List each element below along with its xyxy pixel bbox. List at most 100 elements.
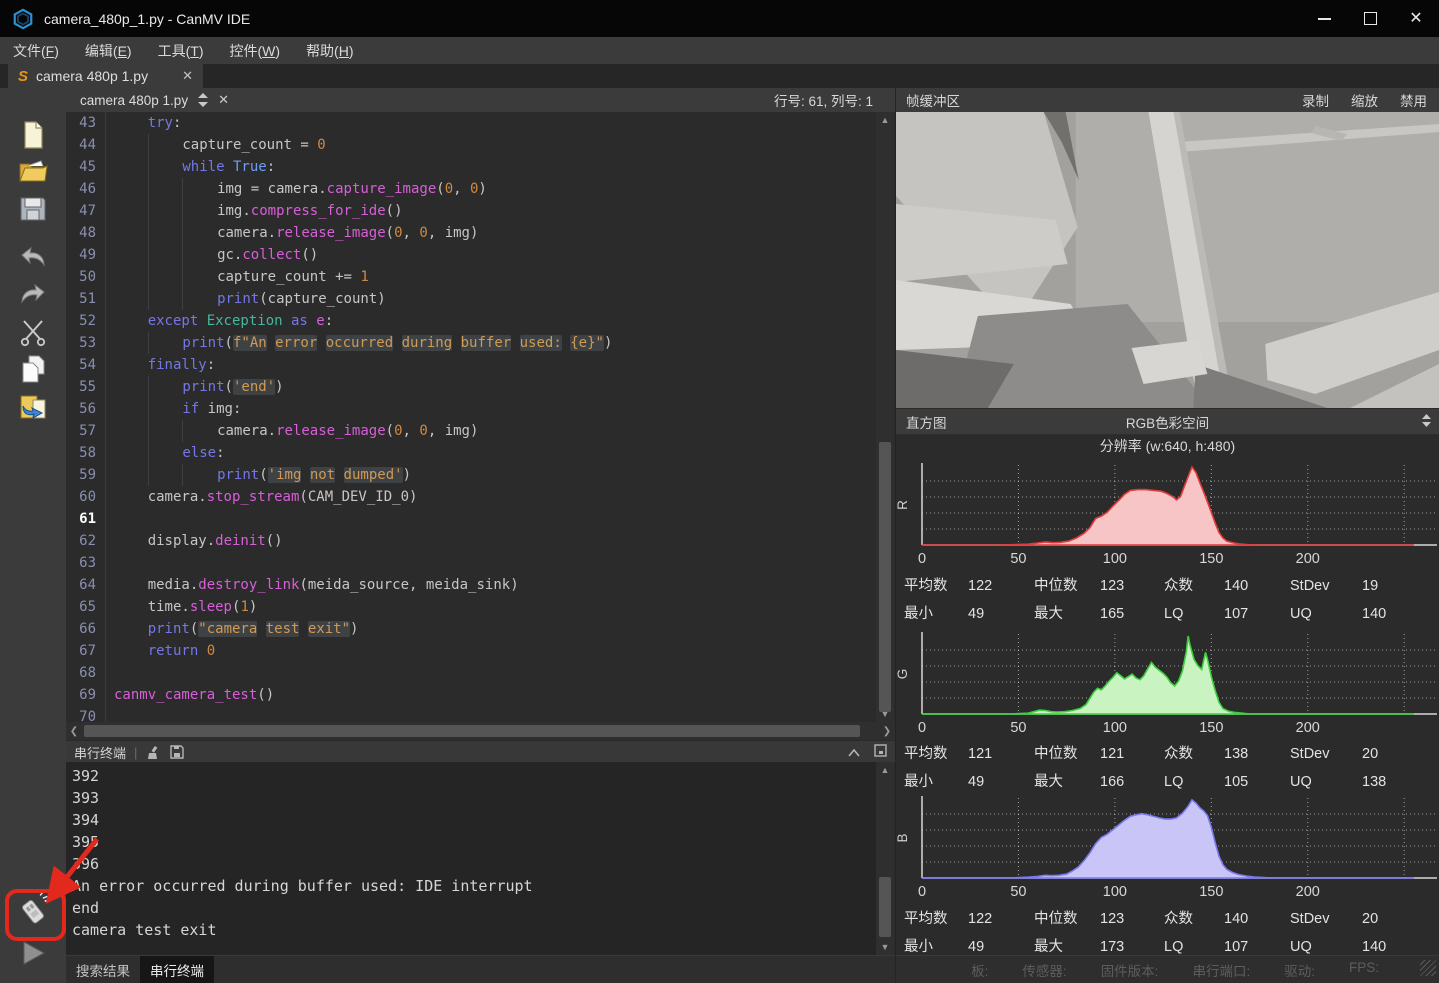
code-text [106, 552, 114, 574]
code-text: return 0 [106, 640, 215, 662]
frame-buffer-action-button[interactable]: 禁用 [1400, 90, 1427, 110]
code-line[interactable]: 67return 0 [66, 640, 876, 662]
stat-value: 19 [1362, 572, 1422, 600]
close-icon[interactable]: ✕ [218, 92, 229, 108]
doc-switch-icon[interactable] [198, 93, 208, 107]
bottom-tab-active[interactable]: 串行终端 [140, 956, 214, 983]
line-number: 51 [66, 288, 106, 310]
bottom-tab-inactive[interactable]: 搜索结果 [66, 956, 140, 983]
restore-panel-icon[interactable] [874, 744, 887, 760]
cut-button[interactable] [15, 315, 51, 349]
menu-item[interactable]: 工具(T) [145, 41, 217, 61]
code-line[interactable]: 52except Exception as e: [66, 310, 876, 332]
code-text: media.destroy_link(meida_source, meida_s… [106, 574, 519, 596]
connect-device-button[interactable] [15, 892, 51, 926]
collapse-terminal-icon[interactable] [848, 745, 860, 760]
menu-item[interactable]: 文件(F) [0, 41, 72, 61]
line-number: 49 [66, 244, 106, 266]
code-text: print("camera test exit") [106, 618, 358, 640]
terminal-vertical-scrollbar[interactable]: ▲ ▼ [876, 762, 894, 955]
code-line[interactable]: 61 [66, 508, 876, 530]
code-line[interactable]: 68 [66, 662, 876, 684]
menu-item[interactable]: 编辑(E) [72, 41, 145, 61]
close-button[interactable]: ✕ [1393, 0, 1439, 37]
code-line[interactable]: 49gc.collect() [66, 244, 876, 266]
code-line[interactable]: 45while True: [66, 156, 876, 178]
code-line[interactable]: 43try: [66, 112, 876, 134]
save-log-button[interactable] [170, 745, 184, 759]
clear-terminal-icon [145, 745, 160, 760]
stat-value: 122 [968, 905, 1034, 933]
code-line[interactable]: 57camera.release_image(0, 0, img) [66, 420, 876, 442]
svg-text:200: 200 [1296, 884, 1320, 900]
code-text: img = camera.capture_image(0, 0) [106, 178, 487, 200]
left-toolbar [0, 88, 67, 983]
code-line[interactable]: 62display.deinit() [66, 530, 876, 552]
file-tab[interactable]: S camera 480p 1.py ✕ [8, 64, 203, 88]
code-line[interactable]: 59print('img not dumped') [66, 464, 876, 486]
scrollbar-thumb[interactable] [879, 877, 891, 937]
code-line[interactable]: 44capture_count = 0 [66, 134, 876, 156]
serial-terminal-output[interactable]: 392393394395396An error occurred during … [66, 762, 876, 955]
code-line[interactable]: 69canmv_camera_test() [66, 684, 876, 706]
copy-button[interactable] [15, 352, 51, 386]
menu-item[interactable]: 控件(W) [217, 41, 294, 61]
scroll-down-icon[interactable]: ▼ [876, 939, 894, 955]
frame-buffer-image[interactable] [896, 112, 1439, 408]
resolution-label: 分辨率 (w:640, h:480) [896, 433, 1439, 459]
open-file-icon [17, 156, 49, 186]
code-line[interactable]: 58else: [66, 442, 876, 464]
code-line[interactable]: 47img.compress_for_ide() [66, 200, 876, 222]
close-icon[interactable]: ✕ [156, 68, 193, 84]
status-item: 串行端口: [1192, 960, 1250, 980]
open-file-button[interactable] [15, 154, 51, 188]
scrollbar-thumb[interactable] [879, 442, 891, 712]
paste-button[interactable] [15, 390, 51, 424]
code-line[interactable]: 54finally: [66, 354, 876, 376]
minimize-button[interactable] [1301, 0, 1347, 37]
code-line[interactable]: 65time.sleep(1) [66, 596, 876, 618]
code-line[interactable]: 56if img: [66, 398, 876, 420]
new-file-button[interactable] [15, 118, 51, 152]
code-line[interactable]: 46img = camera.capture_image(0, 0) [66, 178, 876, 200]
undo-button[interactable] [15, 240, 51, 274]
histogram-chart-g: 050100150200G [896, 628, 1439, 741]
document-selector[interactable]: camera 480p 1.py [80, 93, 188, 108]
stat-value: 107 [1224, 600, 1290, 628]
code-line[interactable]: 55print('end') [66, 376, 876, 398]
stat-value: 140 [1362, 600, 1422, 628]
code-line[interactable]: 63 [66, 552, 876, 574]
scroll-left-icon[interactable]: ❮ [66, 722, 82, 740]
maximize-button[interactable] [1347, 0, 1393, 37]
scrollbar-thumb[interactable] [84, 725, 860, 737]
svg-text:150: 150 [1199, 551, 1223, 567]
resize-grip[interactable] [1420, 960, 1436, 976]
line-number: 45 [66, 156, 106, 178]
code-line[interactable]: 64media.destroy_link(meida_source, meida… [66, 574, 876, 596]
code-line[interactable]: 50capture_count += 1 [66, 266, 876, 288]
code-line[interactable]: 51print(capture_count) [66, 288, 876, 310]
svg-text:50: 50 [1010, 720, 1026, 736]
clear-terminal-button[interactable] [145, 745, 160, 760]
scroll-up-icon[interactable]: ▲ [876, 762, 894, 778]
save-file-button[interactable] [15, 192, 51, 226]
editor-vertical-scrollbar[interactable]: ▲ ▼ [876, 112, 894, 722]
scroll-right-icon[interactable]: ❯ [879, 722, 895, 740]
code-line[interactable]: 48camera.release_image(0, 0, img) [66, 222, 876, 244]
frame-buffer-action-button[interactable]: 缩放 [1351, 90, 1378, 110]
colorspace-select-icon[interactable] [1422, 414, 1431, 430]
code-line[interactable]: 70 [66, 706, 876, 722]
scroll-up-icon[interactable]: ▲ [876, 112, 894, 128]
histogram-stats-g: 平均数121中位数121众数138StDev20最小49最大166LQ105UQ… [896, 740, 1439, 796]
editor-horizontal-scrollbar[interactable]: ❮ ❯ [66, 722, 895, 740]
frame-buffer-action-button[interactable]: 录制 [1302, 90, 1329, 110]
code-line[interactable]: 60camera.stop_stream(CAM_DEV_ID_0) [66, 486, 876, 508]
code-line[interactable]: 66print("camera test exit") [66, 618, 876, 640]
code-editor[interactable]: 43try:44capture_count = 045while True:46… [66, 112, 876, 722]
run-script-button[interactable] [15, 936, 51, 970]
redo-button[interactable] [15, 277, 51, 311]
colorspace-select[interactable]: RGB色彩空间 [896, 412, 1439, 432]
terminal-line: 393 [72, 787, 876, 809]
menu-item[interactable]: 帮助(H) [293, 41, 366, 61]
code-line[interactable]: 53print(f"An error occurred during buffe… [66, 332, 876, 354]
